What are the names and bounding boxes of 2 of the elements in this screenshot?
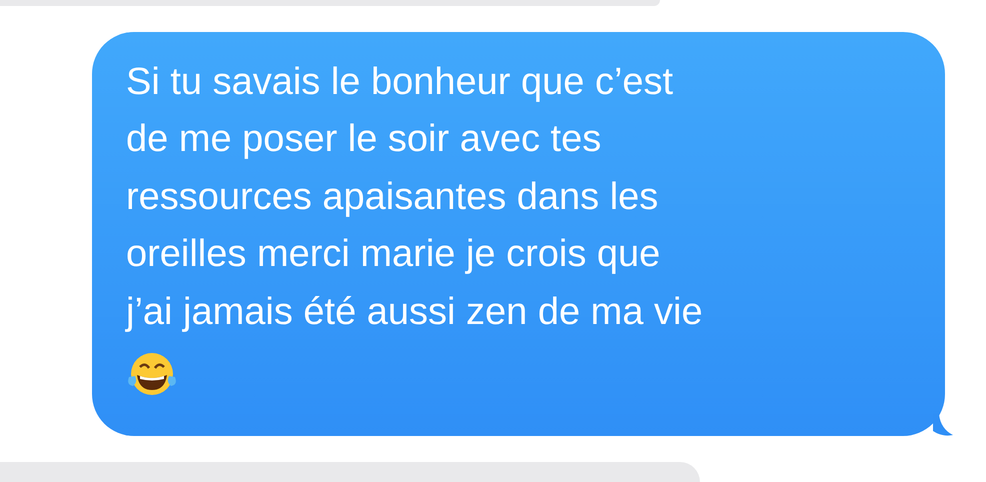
bubble-tail-icon: [933, 414, 953, 436]
message-text: Si tu savais le bonheur que c’est de me poser le soir avec tes ressources apaisantes dans les oreilles merci marie je crois que j’ai jamais été aussi zen de ma vie: [126, 60, 703, 335]
